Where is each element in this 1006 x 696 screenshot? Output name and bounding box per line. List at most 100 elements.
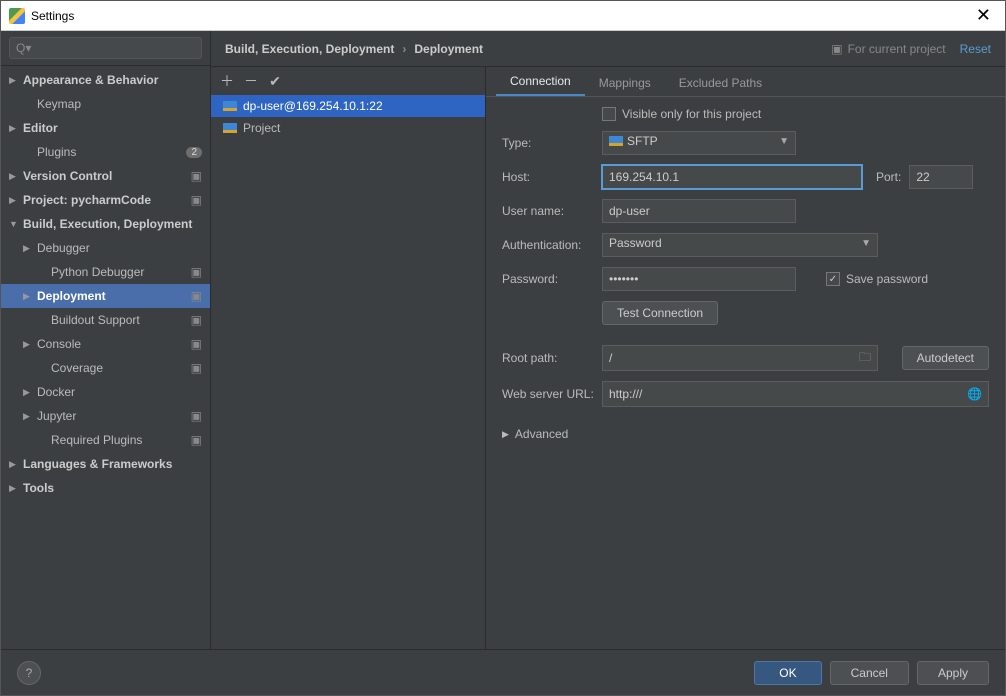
tabs-bar: ConnectionMappingsExcluded Paths [486, 67, 1005, 97]
server-item[interactable]: dp-user@169.254.10.1:22 [211, 95, 485, 117]
breadcrumb-row: Build, Execution, Deployment › Deploymen… [211, 31, 1005, 67]
sftp-icon [609, 136, 623, 146]
folder-icon[interactable]: 🗀 [859, 348, 877, 369]
sidebar-item-buildout-support[interactable]: Buildout Support▣ [1, 308, 210, 332]
project-scope-icon: ▣ [191, 265, 202, 279]
sidebar-item-label: Editor [23, 121, 210, 135]
sidebar: Appearance & BehaviorKeymap Editor Plugins… [1, 31, 211, 649]
sidebar-item-version-control[interactable]: Version Control▣ [1, 164, 210, 188]
project-scope-icon: ▣ [191, 313, 202, 327]
password-input[interactable] [602, 267, 796, 291]
server-list: dp-user@169.254.10.1:22 Project [211, 95, 485, 649]
sidebar-item-label: Tools [23, 481, 210, 495]
auth-label: Authentication: [502, 238, 602, 252]
project-scope-icon: ▣ [191, 337, 202, 351]
settings-window: Settings ✕ Appearance & BehaviorKeymap Ed… [0, 0, 1006, 696]
username-input[interactable] [602, 199, 796, 223]
sidebar-item-console[interactable]: Console▣ [1, 332, 210, 356]
auth-select[interactable]: Password ▼ [602, 233, 878, 257]
type-label: Type: [502, 136, 602, 150]
chevron-down-icon [9, 219, 19, 229]
sidebar-item-project-pycharmcode[interactable]: Project: pycharmCode▣ [1, 188, 210, 212]
sidebar-item-plugins[interactable]: Plugins2 [1, 140, 210, 164]
mark-default-button[interactable]: ✔ [267, 73, 283, 89]
sidebar-item-jupyter[interactable]: Jupyter▣ [1, 404, 210, 428]
sidebar-item-label: Console [37, 337, 210, 351]
server-item[interactable]: Project [211, 117, 485, 139]
server-toolbar: ＋ － ✔ [211, 67, 485, 95]
project-scope-icon: ▣ [191, 361, 202, 375]
sidebar-item-keymap[interactable]: Keymap [1, 92, 210, 116]
tab-connection[interactable]: Connection [496, 68, 585, 96]
test-connection-button[interactable]: Test Connection [602, 301, 718, 325]
project-scope-icon: ▣ [191, 193, 202, 207]
sidebar-item-tools[interactable]: Tools [1, 476, 210, 500]
root-path-label: Root path: [502, 351, 602, 365]
search-input[interactable] [9, 37, 202, 59]
crumb-b[interactable]: Deployment [414, 42, 483, 56]
host-input[interactable] [602, 165, 862, 189]
close-icon[interactable]: ✕ [970, 5, 997, 26]
web-url-input-wrap: 🌐 [602, 381, 989, 407]
web-url-input[interactable] [603, 382, 967, 406]
app-icon [9, 8, 25, 24]
project-scope-icon: ▣ [191, 433, 202, 447]
sidebar-item-label: Plugins [37, 145, 210, 159]
chevron-down-icon: ▼ [779, 136, 789, 147]
add-server-button[interactable]: ＋ [219, 73, 235, 89]
sidebar-item-editor[interactable]: Editor [1, 116, 210, 140]
globe-icon[interactable]: 🌐 [967, 387, 988, 401]
chevron-right-icon [23, 291, 33, 302]
autodetect-button[interactable]: Autodetect [902, 346, 989, 370]
help-button[interactable]: ? [17, 661, 41, 685]
chevron-right-icon [23, 243, 33, 254]
chevron-right-icon [9, 195, 19, 206]
visible-only-checkbox[interactable]: Visible only for this project [602, 107, 761, 121]
tab-mappings[interactable]: Mappings [585, 70, 665, 96]
sidebar-item-label: Docker [37, 385, 210, 399]
tab-excluded-paths[interactable]: Excluded Paths [665, 70, 776, 96]
sidebar-item-label: Version Control [23, 169, 210, 183]
sidebar-item-label: Build, Execution, Deployment [23, 217, 210, 231]
sidebar-item-languages-frameworks[interactable]: Languages & Frameworks [1, 452, 210, 476]
chevron-right-icon [9, 75, 19, 86]
footer-bar: ? OK Cancel Apply [1, 649, 1005, 695]
server-label: Project [243, 121, 280, 135]
titlebar: Settings ✕ [1, 1, 1005, 31]
apply-button[interactable]: Apply [917, 661, 989, 685]
password-label: Password: [502, 272, 602, 286]
cancel-button[interactable]: Cancel [830, 661, 909, 685]
chevron-right-icon [23, 411, 33, 422]
root-path-input-wrap: 🗀 [602, 345, 878, 371]
sidebar-item-label: Required Plugins [51, 433, 210, 447]
sidebar-item-label: Deployment [37, 289, 210, 303]
for-project-hint: ▣ For current project [831, 42, 945, 56]
crumb-a[interactable]: Build, Execution, Deployment [225, 42, 394, 56]
checkbox-box-icon [602, 107, 616, 121]
sidebar-item-debugger[interactable]: Debugger [1, 236, 210, 260]
project-scope-icon: ▣ [191, 409, 202, 423]
advanced-toggle[interactable]: ▶ Advanced [502, 427, 989, 441]
chevron-right-icon [23, 387, 33, 398]
sidebar-item-python-debugger[interactable]: Python Debugger▣ [1, 260, 210, 284]
sidebar-item-build-execution-deployment[interactable]: Build, Execution, Deployment [1, 212, 210, 236]
server-list-panel: ＋ － ✔ dp-user@169.254.10.1:22 Project [211, 67, 486, 649]
root-path-input[interactable] [603, 346, 859, 370]
ok-button[interactable]: OK [754, 661, 821, 685]
sidebar-item-coverage[interactable]: Coverage▣ [1, 356, 210, 380]
sidebar-item-appearance-behavior[interactable]: Appearance & Behavior [1, 68, 210, 92]
type-select[interactable]: SFTP ▼ [602, 131, 796, 155]
remove-server-button[interactable]: － [243, 73, 259, 89]
connection-form: Visible only for this project Type: SFTP… [486, 97, 1005, 451]
save-password-checkbox[interactable]: ✓ Save password [826, 272, 928, 286]
sidebar-item-deployment[interactable]: Deployment▣ [1, 284, 210, 308]
sidebar-item-required-plugins[interactable]: Required Plugins▣ [1, 428, 210, 452]
badge-count: 2 [186, 147, 202, 158]
chevron-right-icon [9, 459, 19, 470]
reset-link[interactable]: Reset [960, 42, 991, 56]
settings-tree: Appearance & BehaviorKeymap Editor Plugins… [1, 66, 210, 649]
port-input[interactable] [909, 165, 973, 189]
sidebar-item-docker[interactable]: Docker [1, 380, 210, 404]
server-icon [223, 101, 237, 111]
window-title: Settings [31, 9, 74, 23]
